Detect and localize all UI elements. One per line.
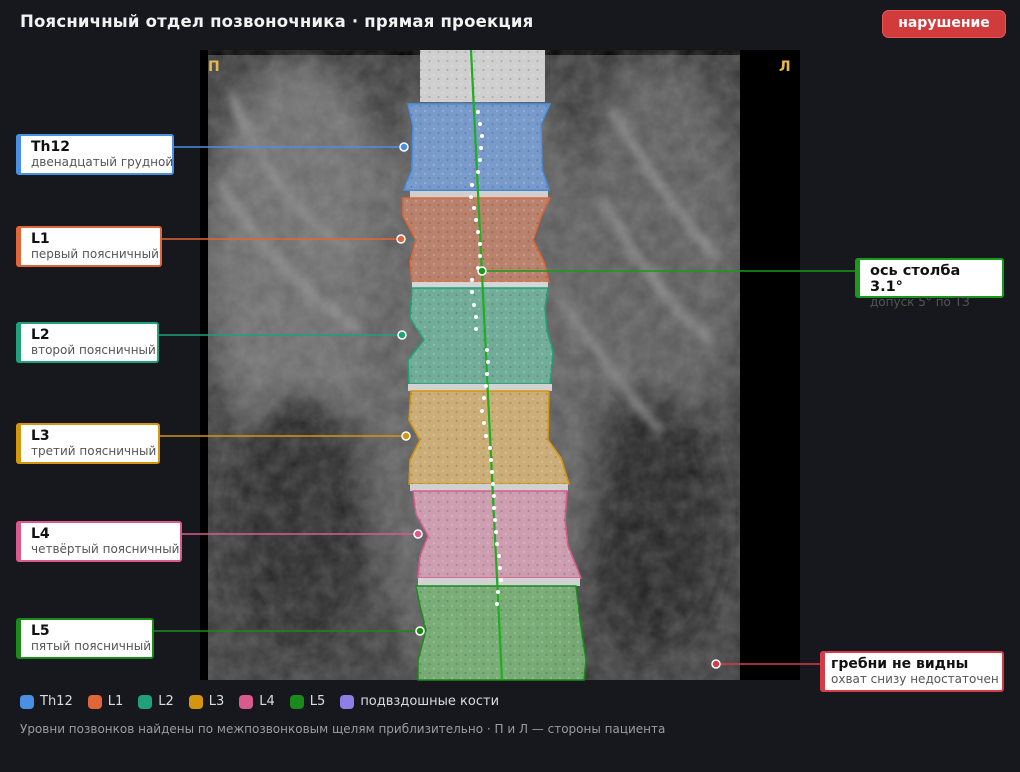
disc-l4-l5: [418, 578, 580, 586]
legend-label: L1: [107, 694, 124, 709]
side-marker-left: П: [208, 59, 220, 75]
callout-th12[interactable]: Th12 двенадцатый грудной: [16, 134, 174, 175]
callout-l5-title: L5: [31, 623, 50, 639]
callout-iliac-warning-subtitle: охват снизу недостаточен: [831, 672, 999, 686]
callout-l5[interactable]: L5 пятый поясничный: [16, 618, 154, 659]
legend-item-iliac[interactable]: подвздошные кости: [340, 694, 499, 709]
callout-iliac-warning-title: гребни не видны: [831, 656, 969, 672]
legend-swatch: [188, 694, 203, 709]
legend-swatch: [20, 694, 34, 709]
callout-l2-title: L2: [31, 327, 50, 343]
callout-l1-subtitle: первый поясничный: [31, 247, 159, 261]
callout-l1-title: L1: [31, 231, 50, 247]
callout-l4-title: L4: [31, 526, 50, 542]
legend-swatch: [289, 694, 304, 709]
vertebra-l2-overlay: [407, 287, 554, 385]
disc-l1-l2: [412, 282, 548, 288]
callout-th12-title: Th12: [31, 139, 70, 155]
legend-item-th12[interactable]: Th12: [20, 694, 73, 709]
legend-label: подвздошные кости: [360, 694, 500, 709]
callout-l4[interactable]: L4 четвёртый поясничный: [16, 521, 182, 562]
legend-swatch: [138, 694, 153, 709]
disc-l2-l3: [408, 384, 552, 391]
callout-l3-title: L3: [31, 428, 50, 444]
legend-swatch: [87, 694, 102, 709]
callout-iliac-warning[interactable]: гребни не видны охват снизу недостаточен: [820, 651, 1004, 692]
callout-l4-subtitle: четвёртый поясничный: [31, 542, 180, 556]
callout-l3[interactable]: L3 третий поясничный: [16, 423, 160, 464]
legend-swatch: [340, 694, 355, 709]
legend-item-l1[interactable]: L1: [87, 694, 124, 709]
callout-l2[interactable]: L2 второй поясничный: [16, 322, 159, 363]
callout-spine-axis-title: ось столба 3.1°: [870, 263, 961, 295]
legend-label: L2: [158, 694, 174, 709]
legend-item-l2[interactable]: L2: [138, 694, 174, 709]
callout-th12-subtitle: двенадцатый грудной: [31, 155, 174, 169]
disc-l3-l4: [410, 484, 568, 491]
color-legend: Th12 L1 L2 L3 L4 L5 подвздошные кости: [20, 694, 514, 709]
vertebra-l1-overlay: [402, 197, 552, 283]
callout-l1[interactable]: L1 первый поясничный: [16, 226, 162, 267]
callout-spine-axis[interactable]: ось столба 3.1° допуск 5° по ТЗ: [855, 258, 1004, 309]
legend-label: L5: [309, 694, 326, 709]
legend-swatch: [239, 694, 254, 709]
legend-item-l3[interactable]: L3: [188, 694, 225, 709]
legend-label: L4: [259, 694, 275, 709]
legend-label: L3: [208, 694, 225, 709]
legend-label: Th12: [40, 694, 73, 709]
callout-spine-axis-subtitle: допуск 5° по ТЗ: [870, 295, 970, 309]
callout-l5-subtitle: пятый поясничный: [31, 639, 151, 653]
legend-item-l5[interactable]: L5: [289, 694, 326, 709]
side-marker-right: Л: [779, 59, 791, 75]
legend-item-l4[interactable]: L4: [239, 694, 275, 709]
callout-l3-subtitle: третий поясничный: [31, 444, 157, 458]
callout-l2-subtitle: второй поясничный: [31, 343, 156, 357]
footnote: Уровни позвонков найдены по межпозвонков…: [20, 722, 666, 736]
